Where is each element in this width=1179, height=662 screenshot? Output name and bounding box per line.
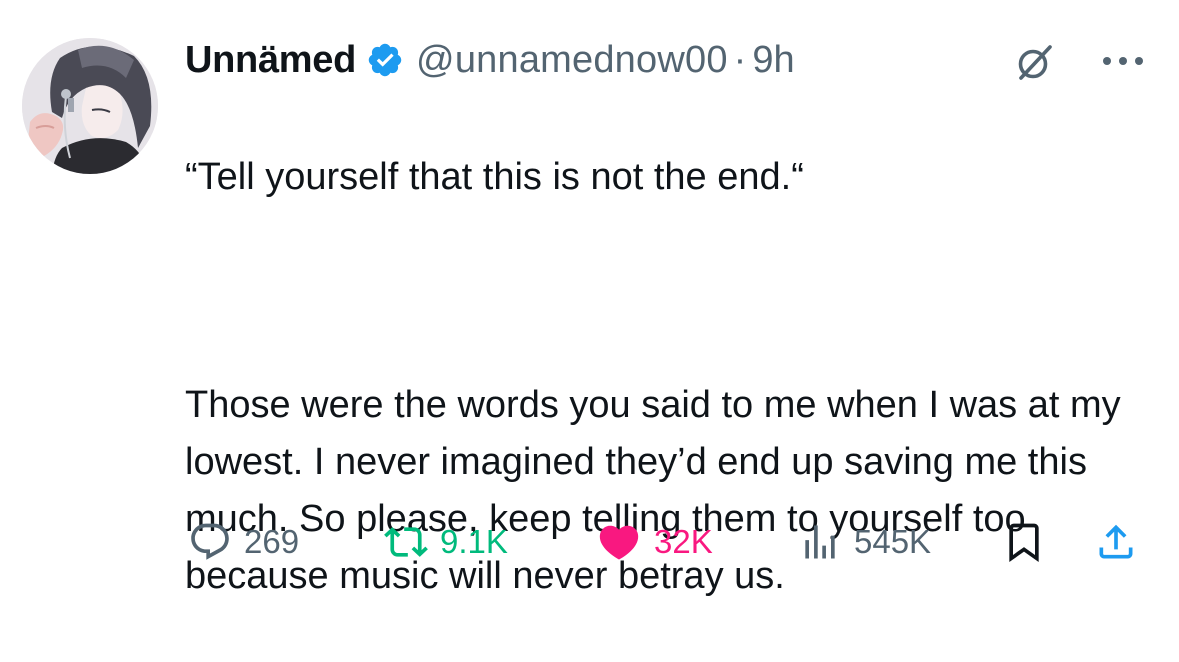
tweet-text: “Tell yourself that this is not the end.…: [185, 92, 1165, 662]
tweet-header: Unnämed @unnamednow00 · 9h: [185, 32, 795, 88]
tweet-quote-line: “Tell yourself that this is not the end.…: [185, 156, 804, 198]
more-icon[interactable]: [1098, 50, 1148, 72]
reply-button[interactable]: 269: [188, 512, 299, 572]
anime-avatar-icon: [22, 38, 158, 174]
grok-icon[interactable]: [1016, 43, 1054, 81]
retweet-icon: [384, 527, 428, 557]
bookmark-button[interactable]: [1002, 512, 1046, 572]
share-button[interactable]: [1094, 512, 1138, 572]
tweet[interactable]: Unnämed @unnamednow00 · 9h “Tell yoursel…: [0, 0, 1179, 597]
views-count: 545K: [854, 523, 932, 560]
display-name[interactable]: Unnämed: [185, 39, 356, 82]
share-icon: [1099, 524, 1133, 559]
like-button[interactable]: 32K: [596, 512, 713, 572]
retweet-button[interactable]: 9.1K: [384, 512, 508, 572]
timestamp[interactable]: 9h: [752, 39, 794, 82]
handle[interactable]: @unnamednow00: [416, 39, 728, 82]
separator-dot: ·: [733, 38, 747, 81]
verified-badge-icon[interactable]: [366, 41, 404, 79]
reply-count: 269: [244, 523, 300, 560]
heart-filled-icon: [599, 525, 639, 560]
views-button[interactable]: 545K: [798, 512, 931, 572]
retweet-count: 9.1K: [440, 523, 508, 560]
like-count: 32K: [654, 523, 713, 560]
action-bar: 269 9.1K 32K 545K: [0, 512, 1179, 572]
bookmark-icon: [1009, 523, 1039, 563]
reply-icon: [191, 523, 229, 560]
avatar[interactable]: [22, 38, 158, 174]
views-chart-icon: [805, 525, 835, 559]
